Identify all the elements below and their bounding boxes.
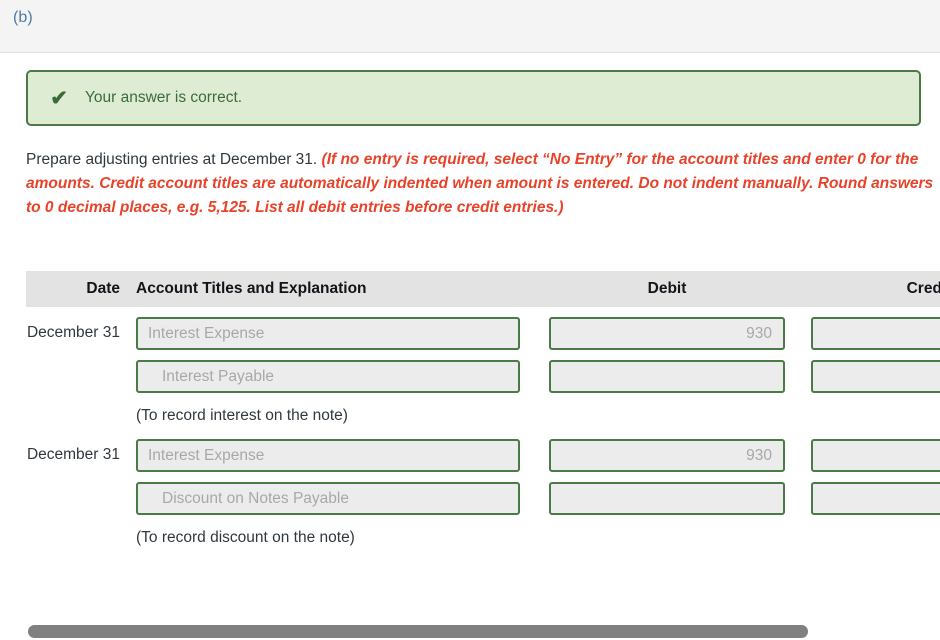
entry-debit-cell: 930	[536, 429, 798, 515]
debit-amount-input[interactable]: 930	[549, 317, 785, 350]
table-header-row: Date Account Titles and Explanation Debi…	[26, 271, 940, 307]
column-header-account: Account Titles and Explanation	[136, 280, 367, 297]
entry-debit-cell: 930	[536, 307, 798, 393]
table-body: December 31 Interest Expense Interest Pa…	[26, 307, 940, 547]
entry-memo-row: (To record interest on the note)	[26, 393, 940, 425]
check-icon: ✔	[50, 86, 68, 110]
column-header-date: Date	[86, 280, 120, 297]
entry-credit-cell	[798, 429, 940, 515]
memo-spacer	[26, 515, 126, 547]
memo-spacer	[26, 393, 126, 425]
section-label: (b)	[13, 9, 33, 26]
credit-amount-input[interactable]	[811, 482, 940, 515]
debit-amount-input[interactable]	[549, 360, 785, 393]
credit-amount-input[interactable]	[811, 439, 940, 472]
credit-amount-input[interactable]	[811, 317, 940, 350]
account-title-input[interactable]: Interest Expense	[136, 317, 520, 350]
account-title-input[interactable]: Discount on Notes Payable	[136, 482, 520, 515]
answer-correct-message: Your answer is correct.	[85, 89, 243, 106]
instructions-lead: Prepare adjusting entries at December 31…	[26, 151, 318, 168]
account-title-input[interactable]: Interest Expense	[136, 439, 520, 472]
table-row: December 31 Interest Expense Interest Pa…	[26, 307, 940, 393]
scrollbar-thumb[interactable]	[28, 625, 808, 638]
credit-amount-input[interactable]	[811, 360, 940, 393]
entry-memo: (To record interest on the note)	[136, 407, 348, 424]
entry-memo: (To record discount on the note)	[136, 529, 355, 546]
debit-amount-input[interactable]	[549, 482, 785, 515]
horizontal-scrollbar[interactable]	[0, 623, 940, 640]
entry-memo-row: (To record discount on the note)	[26, 515, 940, 547]
journal-entry-table: Date Account Titles and Explanation Debi…	[26, 271, 940, 547]
entry-account-cell: Interest Expense Discount on Notes Payab…	[126, 429, 536, 515]
page-viewport: (b) ✔ Your answer is correct. Prepare ad…	[0, 0, 940, 640]
entry-date: December 31	[26, 324, 120, 341]
answer-correct-banner: ✔ Your answer is correct.	[26, 70, 921, 126]
entry-date: December 31	[26, 446, 120, 463]
table-row: December 31 Interest Expense Discount on…	[26, 429, 940, 515]
column-header-debit: Debit	[647, 280, 687, 297]
instructions-text: Prepare adjusting entries at December 31…	[26, 148, 936, 221]
column-header-credit: Credit	[906, 280, 940, 297]
entry-account-cell: Interest Expense Interest Payable	[126, 307, 536, 393]
debit-amount-input[interactable]: 930	[549, 439, 785, 472]
account-title-input[interactable]: Interest Payable	[136, 360, 520, 393]
section-header-bar: (b)	[0, 0, 940, 53]
entry-credit-cell	[798, 307, 940, 393]
